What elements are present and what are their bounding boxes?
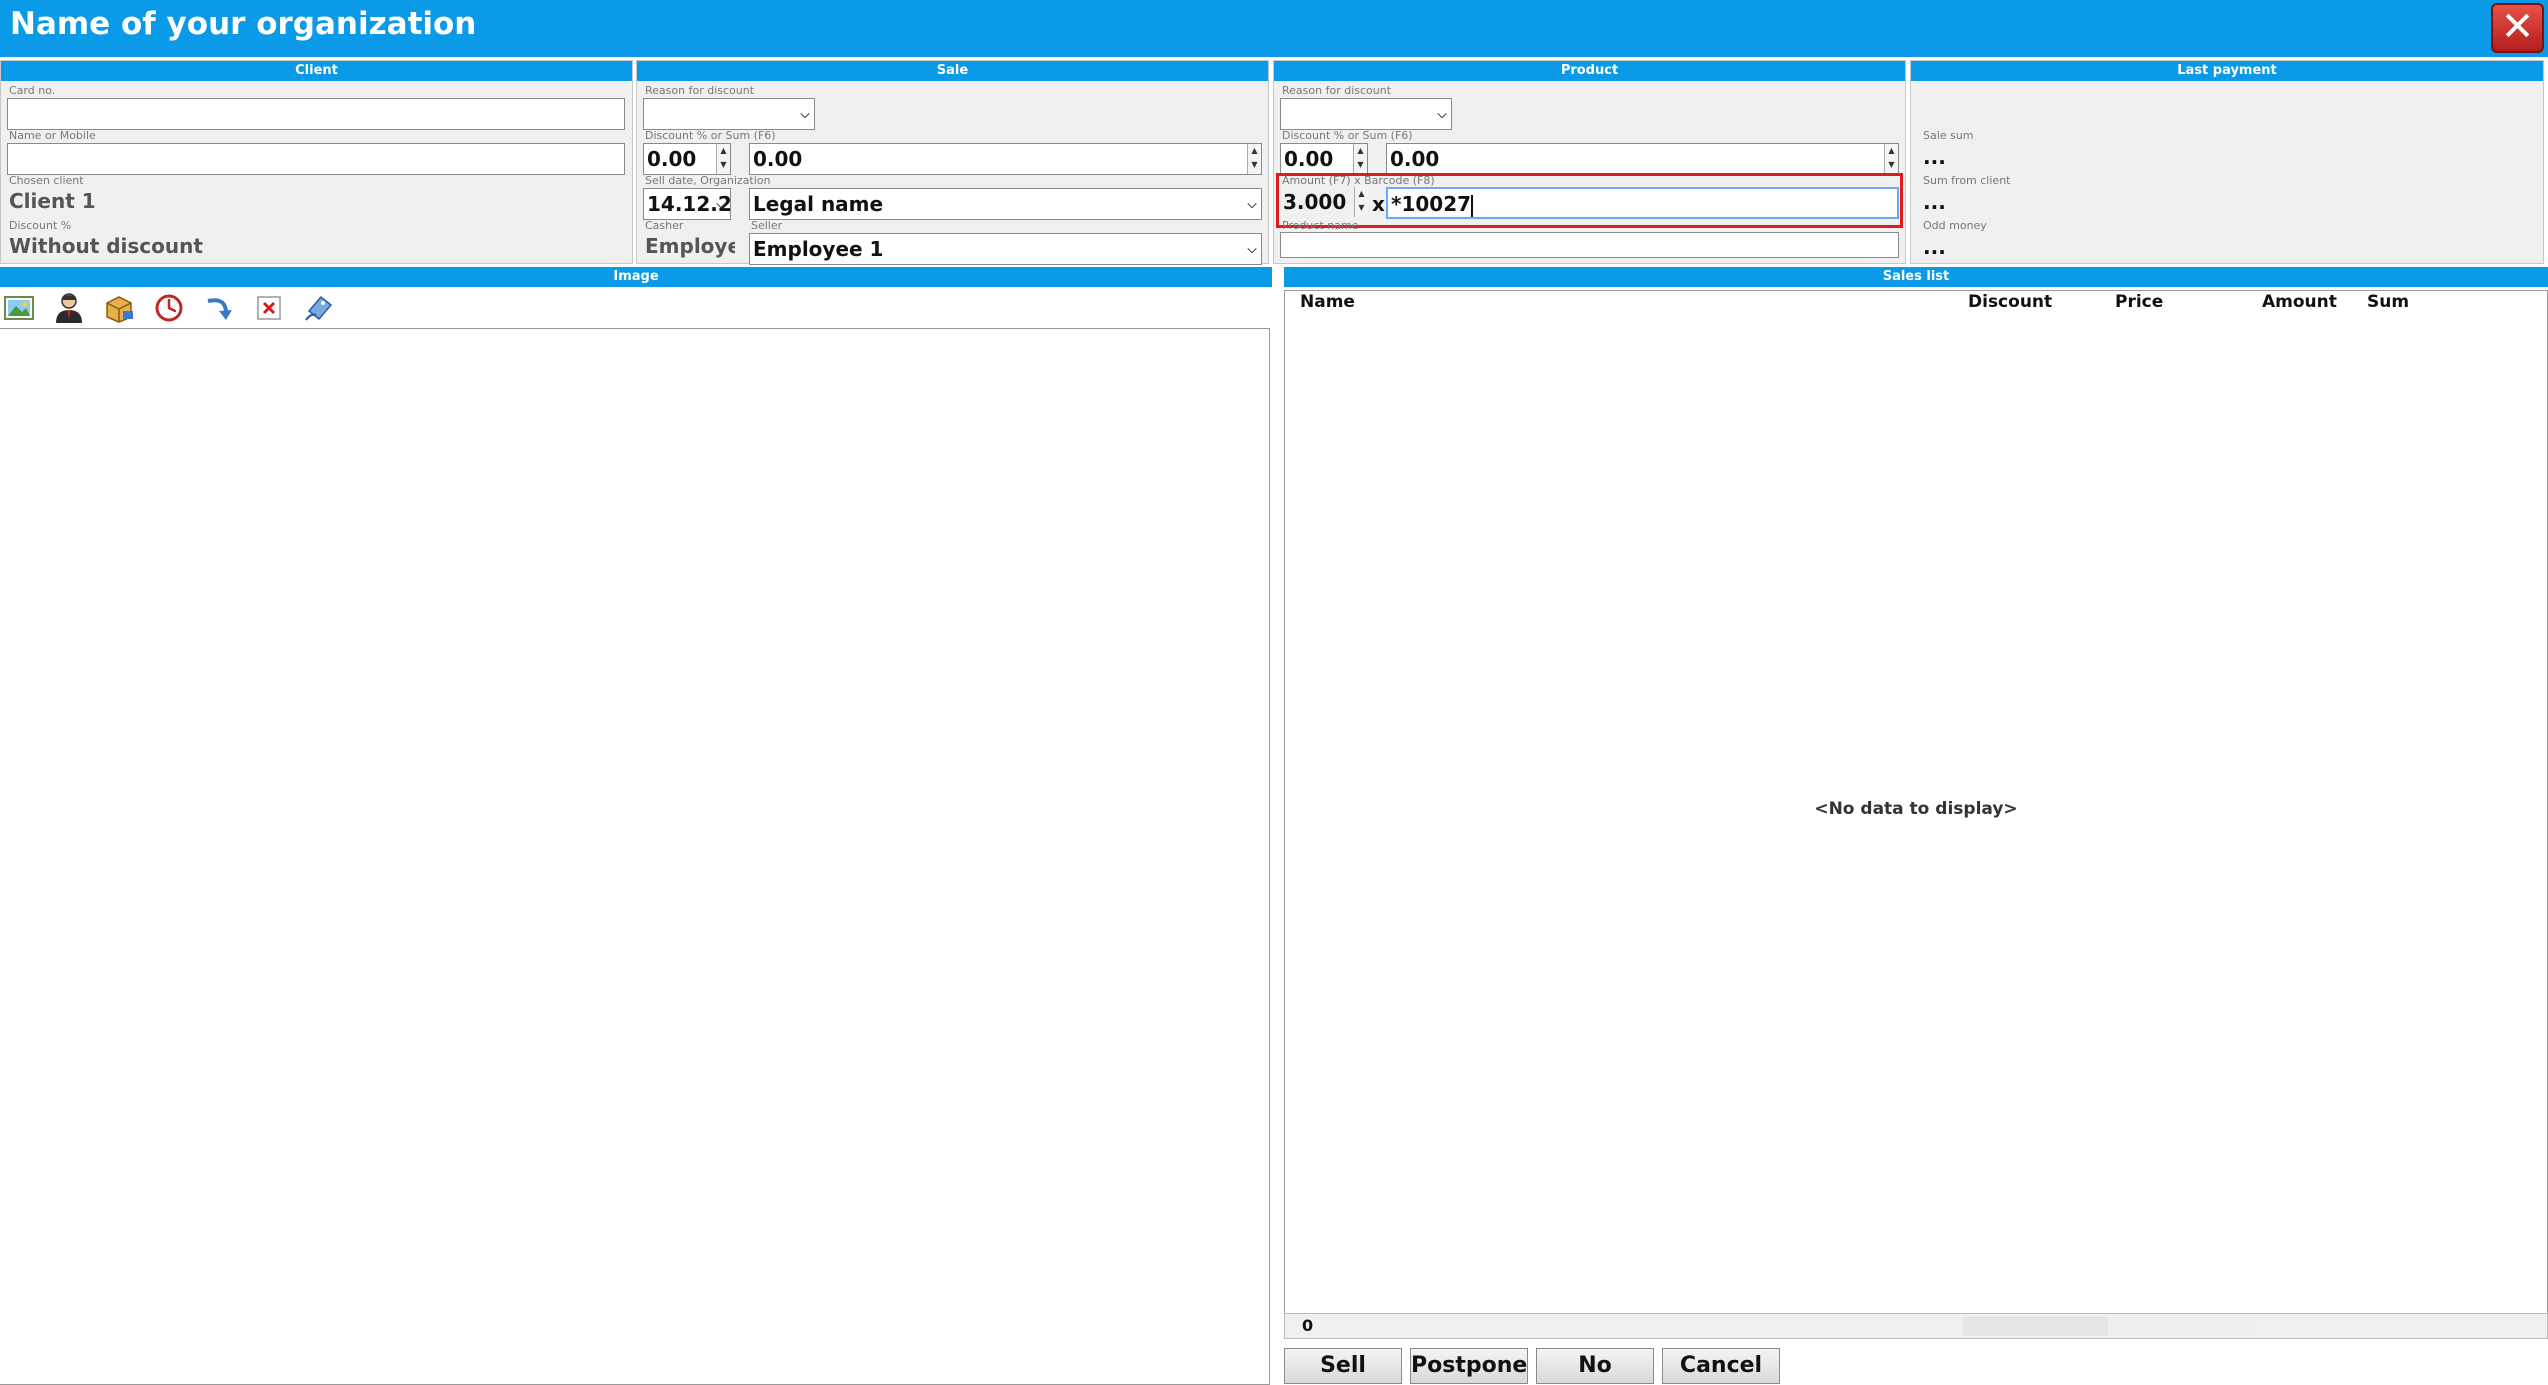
sales-list-header: Sales list (1284, 267, 2548, 287)
footer-cell (2110, 1316, 2255, 1336)
sale-discount-sum-input[interactable]: 0.00 ▲ ▼ (749, 143, 1262, 175)
clock-icon[interactable] (150, 290, 188, 326)
window-title: Name of your organization (10, 6, 477, 42)
card-no-input[interactable] (7, 98, 625, 130)
client-header: Client (1, 61, 632, 81)
client-icon[interactable] (50, 290, 88, 326)
chevron-down-icon: ⌵ (800, 107, 810, 121)
item-count: 0 (1302, 1316, 1314, 1335)
cancel-button[interactable]: Cancel (1662, 1348, 1780, 1384)
product-discount-sum-input[interactable]: 0.00 ▲ ▼ (1386, 143, 1899, 175)
sale-panel: Sale Reason for discount ⌵ Discount % or… (636, 60, 1269, 265)
odd-money-label: Odd money (1923, 219, 1987, 232)
column-price[interactable]: Price (2115, 291, 2163, 313)
name-or-mobile-input[interactable] (7, 143, 625, 175)
return-icon[interactable] (200, 290, 238, 326)
sell-button[interactable]: Sell (1284, 1348, 1402, 1384)
seller-select[interactable]: Employee 1 ⌵ (749, 233, 1262, 265)
product-discount-sum-value: 0.00 (1390, 147, 1440, 171)
sales-list-table[interactable]: Name Discount Price Amount Sum <No data … (1284, 290, 2548, 1314)
sale-reason-select[interactable]: ⌵ (643, 98, 815, 130)
sale-sum-label: Sale sum (1923, 129, 1974, 142)
amount-input[interactable]: 3.000 ▲ ▼ (1280, 187, 1368, 219)
sale-discount-percent-value: 0.00 (647, 147, 697, 171)
chevron-down-icon: ⌵ (1247, 242, 1257, 256)
product-reason-select[interactable]: ⌵ (1280, 98, 1452, 130)
no-button[interactable]: No (1536, 1348, 1654, 1384)
sale-reason-label: Reason for discount (645, 84, 755, 97)
empty-message: <No data to display> (1814, 799, 2018, 819)
card-no-label: Card no. (9, 84, 56, 97)
sale-sum-value: ... (1923, 145, 1946, 169)
cashier-value: Employe (645, 234, 735, 258)
sell-date-select[interactable]: 14.12.2 ⌵ (643, 188, 731, 220)
chevron-down-icon: ⌵ (1437, 107, 1447, 121)
last-payment-panel: Last payment Sale sum ... Sum from clien… (1910, 60, 2544, 264)
product-discount-percent-input[interactable]: 0.00 ▲ ▼ (1280, 143, 1368, 175)
image-icon[interactable] (0, 290, 38, 326)
product-discount-percent-value: 0.00 (1284, 147, 1334, 171)
postpone-button[interactable]: Postpone (1410, 1348, 1528, 1384)
organization-value: Legal name (753, 192, 884, 216)
column-discount[interactable]: Discount (1968, 291, 2052, 313)
odd-money-value: ... (1923, 235, 1946, 259)
product-name-input[interactable] (1280, 232, 1899, 258)
product-reason-label: Reason for discount (1282, 84, 1392, 97)
name-or-mobile-label: Name or Mobile (9, 129, 96, 142)
spinner-icon[interactable]: ▲ ▼ (1247, 144, 1261, 174)
times-sign: x (1372, 192, 1385, 216)
date-org-label: Sell date, Organization (645, 174, 771, 187)
last-payment-header: Last payment (1911, 61, 2543, 81)
sale-discount-sum-value: 0.00 (753, 147, 803, 171)
chevron-down-icon: ⌵ (716, 197, 726, 211)
spinner-icon[interactable]: ▲ ▼ (1353, 144, 1367, 174)
column-name[interactable]: Name (1300, 291, 1355, 313)
spinner-icon[interactable]: ▲ ▼ (1884, 144, 1898, 174)
product-discount-label: Discount % or Sum (F6) (1282, 129, 1413, 142)
discount-card-icon[interactable] (300, 290, 338, 326)
product-panel: Product Reason for discount ⌵ Discount %… (1273, 60, 1906, 264)
close-icon: ✕ (2500, 4, 2535, 50)
delete-icon[interactable] (250, 290, 288, 326)
image-header: Image (0, 267, 1272, 287)
organization-select[interactable]: Legal name ⌵ (749, 188, 1262, 220)
cashier-label: Casher (645, 219, 684, 232)
product-header: Product (1274, 61, 1905, 81)
sales-list-footer: 0 (1284, 1313, 2548, 1339)
amount-value: 3.000 (1283, 190, 1347, 214)
sale-header: Sale (637, 61, 1268, 81)
chosen-client-label: Chosen client (9, 174, 84, 187)
chosen-client-value: Client 1 (9, 189, 96, 213)
footer-cell (1963, 1316, 2108, 1336)
image-area (0, 328, 1270, 1385)
client-discount-value: Without discount (9, 234, 203, 258)
seller-value: Employee 1 (753, 237, 884, 261)
title-bar: Name of your organization ✕ (0, 0, 2548, 57)
close-button[interactable]: ✕ (2491, 3, 2544, 53)
discount-percent-label: Discount % (9, 219, 72, 232)
products-icon[interactable] (100, 290, 138, 326)
sale-discount-label: Discount % or Sum (F6) (645, 129, 776, 142)
spinner-icon[interactable]: ▲ ▼ (1354, 187, 1368, 217)
text-cursor (1471, 194, 1474, 217)
sum-from-client-label: Sum from client (1923, 174, 2011, 187)
column-sum[interactable]: Sum (2367, 291, 2409, 313)
seller-label: Seller (751, 219, 783, 232)
product-name-label: Product name (1282, 219, 1359, 232)
sum-from-client-value: ... (1923, 190, 1946, 214)
barcode-input[interactable]: *10027 (1386, 187, 1899, 219)
barcode-value: *10027 (1391, 192, 1472, 216)
sale-discount-percent-input[interactable]: 0.00 ▲ ▼ (643, 143, 731, 175)
chevron-down-icon: ⌵ (1247, 197, 1257, 211)
client-panel: Client Card no. Name or Mobile Chosen cl… (0, 60, 633, 264)
column-amount[interactable]: Amount (2262, 291, 2337, 313)
spinner-icon[interactable]: ▲ ▼ (716, 144, 730, 174)
